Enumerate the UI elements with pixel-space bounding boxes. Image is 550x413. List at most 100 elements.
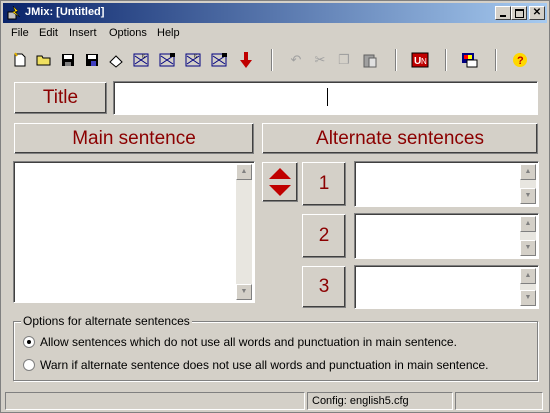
scroll-down-button[interactable]: ▼: [520, 188, 536, 204]
status-config: Config: english5.cfg: [307, 392, 453, 410]
option-warn-radio[interactable]: [23, 359, 35, 371]
export-down-button[interactable]: [235, 49, 257, 71]
new-button[interactable]: [9, 49, 31, 71]
alternate-3-scrollbar[interactable]: ▲ ▼: [520, 268, 536, 306]
app-icon: [7, 6, 21, 20]
unicode-icon: UN: [411, 52, 429, 68]
alternate-1-label: 1: [302, 162, 346, 206]
colors-button[interactable]: [459, 49, 481, 71]
scroll-up-icon: ▲: [524, 220, 532, 227]
main-sentence-input[interactable]: ▲ ▼: [13, 161, 255, 303]
up-down-arrows-icon: [269, 168, 291, 196]
minimize-button[interactable]: [495, 6, 511, 20]
title-label: Title: [14, 82, 107, 114]
save-as-button[interactable]: [81, 49, 103, 71]
toolbar-separator: [445, 49, 447, 71]
paste-button[interactable]: [359, 49, 381, 71]
web-export-2-icon: [159, 53, 175, 67]
scroll-down-button[interactable]: ▼: [520, 290, 536, 306]
cut-icon: ✂: [314, 52, 326, 67]
scroll-down-icon: ▼: [524, 244, 532, 251]
unicode-button[interactable]: UN: [409, 49, 431, 71]
eraser-icon: [109, 55, 123, 68]
down-arrow-icon: [240, 52, 252, 68]
export-web-2-button[interactable]: [157, 49, 179, 71]
title-input[interactable]: [113, 81, 538, 115]
alternate-1-scrollbar[interactable]: ▲ ▼: [520, 164, 536, 204]
new-file-icon: [14, 52, 26, 67]
option-allow-label[interactable]: Allow sentences which do not use all wor…: [40, 335, 457, 349]
main-sentence-label: Main sentence: [14, 123, 254, 154]
scroll-up-button[interactable]: ▲: [520, 268, 536, 284]
export-web-1-button[interactable]: 6: [131, 49, 153, 71]
scroll-down-button[interactable]: ▼: [236, 284, 252, 300]
scroll-down-button[interactable]: ▼: [520, 240, 536, 256]
palette-icon: [462, 53, 478, 68]
alternate-2-label: 2: [302, 214, 346, 258]
menu-file[interactable]: File: [11, 27, 29, 39]
save-icon: [62, 54, 74, 66]
scroll-up-icon: ▲: [524, 272, 532, 279]
svg-text:?: ?: [517, 55, 524, 67]
alternate-2-input[interactable]: ▲ ▼: [354, 213, 539, 259]
scroll-up-button[interactable]: ▲: [520, 164, 536, 180]
web-export-3-icon: 6: [185, 53, 201, 67]
close-icon: ✕: [532, 7, 542, 18]
title-bar[interactable]: JMix: [Untitled] ✕: [3, 3, 547, 23]
menu-options[interactable]: Options: [109, 27, 147, 39]
menu-bar: File Edit Insert Options Help: [3, 25, 547, 43]
option-warn-label[interactable]: Warn if alternate sentence does not use …: [40, 358, 489, 372]
option-allow-radio[interactable]: [23, 336, 35, 348]
app-window: JMix: [Untitled] ✕ File Edit Insert Opti…: [0, 0, 550, 413]
scroll-up-icon: ▲: [524, 168, 532, 175]
scroll-up-button[interactable]: ▲: [520, 216, 536, 232]
open-button[interactable]: [33, 49, 55, 71]
status-cell-extra: [455, 392, 543, 410]
open-folder-icon: [36, 55, 51, 66]
menu-help[interactable]: Help: [157, 27, 180, 39]
maximize-button[interactable]: [511, 6, 527, 20]
alternate-3-input[interactable]: ▲ ▼: [354, 265, 539, 309]
menu-edit[interactable]: Edit: [39, 27, 58, 39]
scroll-up-button[interactable]: ▲: [236, 164, 252, 180]
alternate-3-label: 3: [302, 266, 346, 308]
close-button[interactable]: ✕: [529, 6, 545, 20]
scroll-down-icon: ▼: [240, 288, 248, 295]
clear-button[interactable]: [105, 49, 127, 71]
cut-button[interactable]: ✂: [309, 49, 331, 71]
web-export-4-icon: [211, 53, 227, 67]
toolbar-separator: [395, 49, 397, 71]
export-web-4-button[interactable]: [209, 49, 231, 71]
svg-text:N: N: [421, 57, 427, 66]
alternate-1-input[interactable]: ▲ ▼: [354, 161, 539, 207]
undo-icon: ↶: [290, 52, 302, 67]
toolbar-separator: [495, 49, 497, 71]
scroll-down-icon: ▼: [524, 192, 532, 199]
status-cell-main: [5, 392, 305, 410]
svg-text:6: 6: [142, 54, 145, 60]
export-web-3-button[interactable]: 6: [183, 49, 205, 71]
toolbar-separator: [271, 49, 273, 71]
menu-insert[interactable]: Insert: [69, 27, 97, 39]
maximize-icon: [515, 9, 524, 18]
help-icon: ?: [513, 53, 527, 67]
toolbar: 6 6 ↶ ✂ ❐ UN ?: [3, 45, 547, 73]
web-export-1-icon: 6: [133, 53, 149, 67]
options-groupbox: [13, 321, 538, 381]
save-button[interactable]: [57, 49, 79, 71]
main-scrollbar[interactable]: ▲ ▼: [236, 164, 252, 300]
paste-icon: [363, 54, 377, 68]
reorder-button[interactable]: [262, 162, 298, 202]
options-legend: Options for alternate sentences: [21, 314, 192, 328]
text-cursor: [327, 88, 328, 106]
copy-button[interactable]: ❐: [333, 49, 355, 71]
help-button[interactable]: ?: [509, 49, 531, 71]
alternate-sentences-label: Alternate sentences: [262, 123, 538, 154]
scroll-up-icon: ▲: [240, 168, 248, 175]
alternate-2-scrollbar[interactable]: ▲ ▼: [520, 216, 536, 256]
undo-button[interactable]: ↶: [285, 49, 307, 71]
copy-icon: ❐: [338, 52, 350, 67]
radio-selected-dot: [27, 340, 31, 344]
minimize-icon: [500, 15, 506, 17]
save-as-icon: [86, 54, 98, 66]
